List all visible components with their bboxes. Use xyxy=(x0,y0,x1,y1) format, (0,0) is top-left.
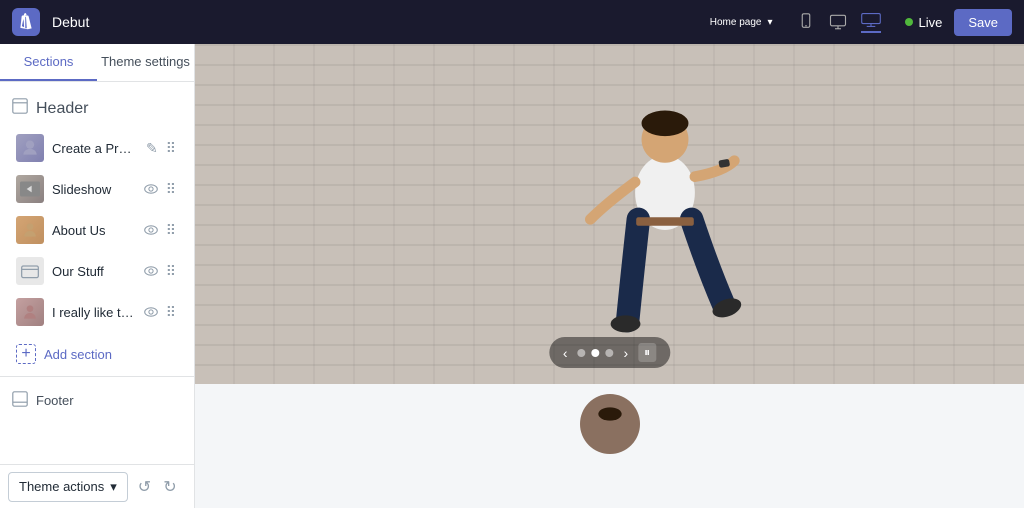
section-thumbnail-about xyxy=(16,216,44,244)
sidebar-item-footer[interactable]: Footer xyxy=(12,383,182,418)
slider-controls: ‹ › ⏸ xyxy=(549,337,670,368)
eye-icon[interactable] xyxy=(142,180,160,198)
theme-actions-button[interactable]: Theme actions ▾ xyxy=(8,472,128,502)
undo-redo-controls: ↺ ↻ xyxy=(134,473,181,501)
drag-handle-icon[interactable]: ⠿ xyxy=(164,261,178,282)
section-actions-pro: ✎ ⠿ xyxy=(144,138,178,159)
hero-slider: ‹ › ⏸ xyxy=(195,44,1024,384)
footer-label: Footer xyxy=(36,393,74,408)
person-head-thumbnail xyxy=(580,394,640,454)
bottom-bar: Theme actions ▾ ↺ ↻ xyxy=(0,464,194,508)
sidebar: Sections Theme settings Header Create a … xyxy=(0,44,195,508)
section-thumbnail-slideshow xyxy=(16,175,44,203)
drag-handle-icon[interactable]: ⠿ xyxy=(164,302,178,323)
sidebar-footer: Footer xyxy=(0,376,194,424)
page-selector[interactable]: Home page ▾ xyxy=(710,17,773,28)
live-dot xyxy=(905,18,913,26)
drag-handle-icon[interactable]: ⠿ xyxy=(164,220,178,241)
drag-handle-icon[interactable]: ⠿ xyxy=(164,179,178,200)
eye-icon[interactable] xyxy=(142,221,160,239)
slider-dot-2[interactable] xyxy=(591,349,599,357)
tab-sections[interactable]: Sections xyxy=(0,44,97,81)
wide-view-icon[interactable] xyxy=(861,11,881,33)
sidebar-item-header[interactable]: Header xyxy=(0,90,194,127)
slider-next-button[interactable]: › xyxy=(623,345,628,361)
person-avatar-svg xyxy=(585,399,635,449)
section-actions-likes: ⠿ xyxy=(142,302,178,323)
topbar: Debut Home page ▾ Live Save xyxy=(0,0,1024,44)
slider-dots xyxy=(577,349,613,357)
section-thumbnail-likes xyxy=(16,298,44,326)
eye-icon[interactable] xyxy=(142,303,160,321)
undo-button[interactable]: ↺ xyxy=(134,473,155,501)
person-svg xyxy=(555,54,775,374)
section-label-stuff: Our Stuff xyxy=(52,264,134,279)
section-actions-stuff: ⠿ xyxy=(142,261,178,282)
preview-area: ‹ › ⏸ xyxy=(195,44,1024,508)
section-label-about: About Us xyxy=(52,223,134,238)
theme-actions-label: Theme actions xyxy=(19,479,104,494)
slider-dot-3[interactable] xyxy=(605,349,613,357)
preview-below-fold xyxy=(195,384,1024,508)
live-label: Live xyxy=(919,15,943,30)
live-indicator: Live xyxy=(905,15,943,30)
hero-person-figure xyxy=(555,44,775,384)
list-item[interactable]: I really like thes... ⠿ xyxy=(4,292,190,332)
shopify-icon xyxy=(17,13,35,31)
chevron-down-icon: ▾ xyxy=(767,17,772,28)
section-actions-about: ⠿ xyxy=(142,220,178,241)
section-label-likes: I really like thes... xyxy=(52,305,134,320)
desktop-view-icon[interactable] xyxy=(829,13,847,31)
mobile-view-icon[interactable] xyxy=(797,13,815,31)
save-button[interactable]: Save xyxy=(954,9,1012,36)
eye-icon[interactable] xyxy=(142,262,160,280)
footer-icon xyxy=(12,391,28,410)
list-item[interactable]: Our Stuff ⠿ xyxy=(4,251,190,291)
add-section-icon: + xyxy=(16,344,36,364)
slider-dot-1[interactable] xyxy=(577,349,585,357)
shopify-logo xyxy=(12,8,40,36)
slider-prev-button[interactable]: ‹ xyxy=(563,345,568,361)
section-thumbnail-stuff xyxy=(16,257,44,285)
section-thumbnail-pro xyxy=(16,134,44,162)
drag-handle-icon[interactable]: ⠿ xyxy=(164,138,178,159)
viewport-icons xyxy=(797,11,881,33)
section-actions-slideshow: ⠿ xyxy=(142,179,178,200)
tab-theme-settings[interactable]: Theme settings xyxy=(97,44,194,81)
section-label-pro: Create a Pro Te... xyxy=(52,141,136,156)
pencil-icon[interactable]: ✎ xyxy=(144,138,160,159)
store-name: Debut xyxy=(52,14,89,30)
slider-pause-button[interactable]: ⏸ xyxy=(638,343,656,362)
header-label: Header xyxy=(36,100,88,118)
main-layout: Sections Theme settings Header Create a … xyxy=(0,44,1024,508)
page-name: Home page xyxy=(710,17,762,28)
add-section-button[interactable]: + Add section xyxy=(4,336,190,372)
add-section-label: Add section xyxy=(44,347,112,362)
redo-button[interactable]: ↻ xyxy=(159,473,180,501)
sidebar-tabs: Sections Theme settings xyxy=(0,44,194,82)
header-icon xyxy=(12,98,28,119)
list-item[interactable]: Create a Pro Te... ✎ ⠿ xyxy=(4,128,190,168)
list-item[interactable]: About Us ⠿ xyxy=(4,210,190,250)
section-label-slideshow: Slideshow xyxy=(52,182,134,197)
preview-frame: ‹ › ⏸ xyxy=(195,44,1024,508)
sidebar-content: Header Create a Pro Te... ✎ ⠿ Slideshow xyxy=(0,82,194,464)
chevron-down-icon: ▾ xyxy=(110,479,117,495)
list-item[interactable]: Slideshow ⠿ xyxy=(4,169,190,209)
